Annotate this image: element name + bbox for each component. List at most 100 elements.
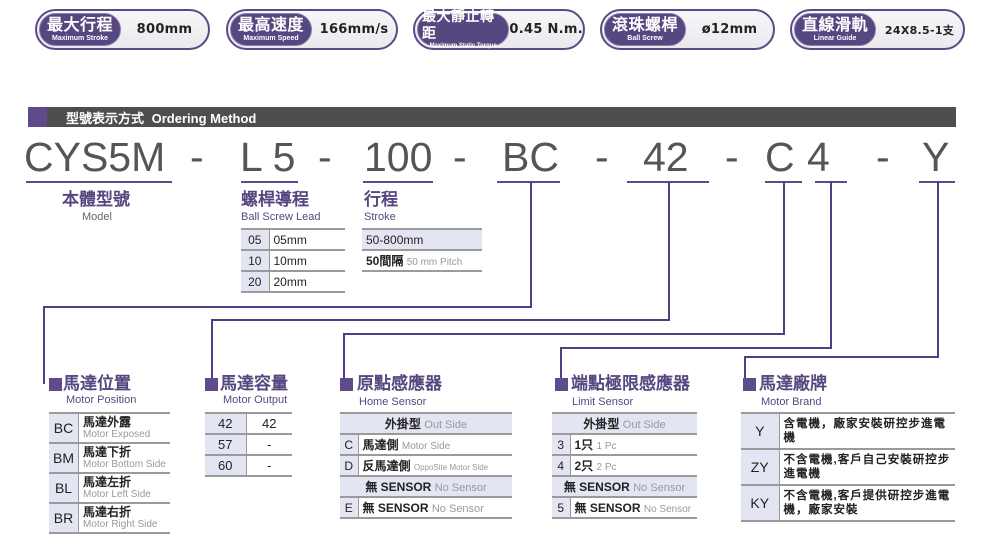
- code-sep: -: [453, 134, 467, 180]
- connector: [783, 181, 785, 335]
- table-row: D 反馬達側 OppoSite Motor Side: [340, 454, 512, 476]
- code-model: CYS5M: [24, 134, 166, 180]
- limit-sensor-label-en: Limit Sensor: [572, 396, 634, 408]
- code-lead: L 5: [240, 134, 296, 180]
- home-sensor-label-en: Home Sensor: [359, 396, 427, 408]
- spec-label: 最大靜止轉距 Maximum Static Torque: [417, 8, 510, 49]
- code-sep: -: [595, 134, 609, 180]
- connector: [744, 356, 939, 358]
- limit-sensor-table: 外掛型 Out Side 3 1只 1 Pc 4 2只 2 Pc 無 SENSOR …: [552, 412, 697, 519]
- bullet-square: [743, 378, 756, 391]
- table-row: 3 1只 1 Pc: [552, 433, 697, 455]
- code-limit-sensor: 4: [807, 134, 830, 180]
- table-row: BL 馬達左折 Motor Left Side: [49, 472, 170, 503]
- table-row: ZY 不含電機,客戶自己安裝研控步進電機: [741, 448, 955, 485]
- table-row: 4 2只 2 Pc: [552, 454, 697, 476]
- code-output: 42: [643, 134, 689, 180]
- section-header: 型號表示方式 Ordering Method: [28, 107, 956, 127]
- table-row: 無 SENSOR No Sensor: [340, 475, 512, 497]
- stroke-label: 行程: [364, 190, 398, 209]
- stroke-label-en: Stroke: [364, 211, 396, 223]
- motor-position-label-en: Motor Position: [66, 394, 137, 406]
- code-sep: -: [876, 134, 890, 180]
- connector: [43, 306, 45, 384]
- code-home-sensor: C: [765, 134, 795, 180]
- spec-value: 166mm/s: [319, 22, 389, 37]
- lead-label: 螺桿導程: [241, 190, 309, 209]
- table-row: 57-: [205, 433, 292, 455]
- spec-value: 800mm: [136, 22, 193, 37]
- spec-value: 24X8.5-1支: [884, 23, 955, 37]
- motor-brand-label: 馬達廠牌: [759, 374, 827, 393]
- underline-position: [497, 181, 560, 183]
- connector: [668, 181, 670, 321]
- spec-value: 0.45 N.m.: [509, 22, 583, 37]
- connector: [211, 319, 670, 321]
- connector: [560, 347, 832, 349]
- table-row: 外掛型 Out Side: [552, 412, 697, 434]
- bullet-square: [49, 378, 62, 391]
- motor-position-table: BC 馬達外露 Motor Exposed BM 馬達下折 Motor Bottom S…: [49, 412, 170, 534]
- spec-label: 滾珠螺桿 Ball Screw: [604, 13, 687, 46]
- table-row: 60-: [205, 454, 292, 477]
- bullet-square: [340, 378, 353, 391]
- motor-position-label: 馬達位置: [63, 374, 131, 393]
- table-row: 外掛型 Out Side: [340, 412, 512, 434]
- spec-max-speed: 最高速度 Maximum Speed 166mm/s: [226, 9, 398, 50]
- spec-max-stroke: 最大行程 Maximum Stroke 800mm: [35, 9, 210, 50]
- home-sensor-table: 外掛型 Out Side C 馬達側 Motor Side D 反馬達側 OppoS…: [340, 412, 512, 519]
- underline-model: [26, 181, 172, 183]
- spec-ball-screw: 滾珠螺桿 Ball Screw ø12mm: [600, 9, 775, 50]
- section-title: 型號表示方式 Ordering Method: [66, 111, 257, 126]
- underline-lead: [241, 181, 298, 183]
- table-row: 5無 SENSOR No Sensor: [552, 496, 697, 519]
- motor-output-table: 42 42 57- 60-: [205, 412, 292, 477]
- motor-brand-label-en: Motor Brand: [761, 396, 822, 408]
- lead-label-en: Ball Screw Lead: [241, 211, 321, 223]
- section-accent: [28, 107, 47, 127]
- connector: [830, 181, 832, 349]
- code-sep: -: [190, 134, 204, 180]
- connector: [343, 333, 785, 335]
- table-row: 20 20mm: [241, 270, 345, 293]
- motor-output-label-en: Motor Output: [223, 394, 288, 406]
- connector: [43, 306, 532, 308]
- table-row: E無 SENSOR No Sensor: [340, 496, 512, 519]
- bullet-square: [205, 378, 218, 391]
- limit-sensor-label: 端點極限感應器: [571, 374, 690, 393]
- home-sensor-label: 原點感應器: [357, 374, 442, 393]
- code-stroke: 100: [364, 134, 433, 180]
- motor-output-label: 馬達容量: [220, 374, 288, 393]
- code-position: BC: [502, 134, 559, 180]
- spec-label: 最大行程 Maximum Stroke: [39, 13, 122, 46]
- table-row: BM 馬達下折 Motor Bottom Side: [49, 442, 170, 473]
- spec-linear-guide: 直線滑軌 Linear Guide 24X8.5-1支: [790, 9, 965, 50]
- table-row: 05 05mm: [241, 228, 345, 250]
- code-sep: -: [318, 134, 332, 180]
- spec-max-static-torque: 最大靜止轉距 Maximum Static Torque 0.45 N.m.: [413, 8, 585, 50]
- spec-value: ø12mm: [701, 22, 758, 37]
- model-label: 本體型號: [62, 190, 130, 209]
- spec-label: 直線滑軌 Linear Guide: [794, 13, 877, 46]
- table-row: 42 42: [205, 412, 292, 434]
- spec-label: 最高速度 Maximum Speed: [230, 13, 313, 46]
- code-sep: -: [725, 134, 739, 180]
- connector: [937, 181, 939, 358]
- table-row: 無 SENSOR No Sensor: [552, 475, 697, 497]
- table-row: KY 不含電機,客戶提供研控步進電機，廠家安裝: [741, 484, 955, 522]
- bullet-square: [555, 378, 568, 391]
- motor-brand-table: Y 含電機，廠家安裝研控步進電機 ZY 不含電機,客戶自己安裝研控步進電機 KY 不含…: [741, 412, 955, 522]
- table-row: 50-800mm: [362, 228, 482, 250]
- table-row: C 馬達側 Motor Side: [340, 433, 512, 455]
- stroke-table: 50-800mm 50間隔 50 mm Pitch: [362, 228, 482, 272]
- table-row: Y 含電機，廠家安裝研控步進電機: [741, 412, 955, 449]
- table-row: 50間隔 50 mm Pitch: [362, 249, 482, 272]
- table-row: BC 馬達外露 Motor Exposed: [49, 412, 170, 443]
- underline-stroke: [363, 181, 433, 183]
- table-row: BR 馬達右折 Motor Right Side: [49, 502, 170, 534]
- connector: [343, 333, 345, 384]
- code-brand: Y: [922, 134, 950, 180]
- connector: [530, 181, 532, 308]
- connector: [211, 319, 213, 384]
- table-row: 10 10mm: [241, 249, 345, 271]
